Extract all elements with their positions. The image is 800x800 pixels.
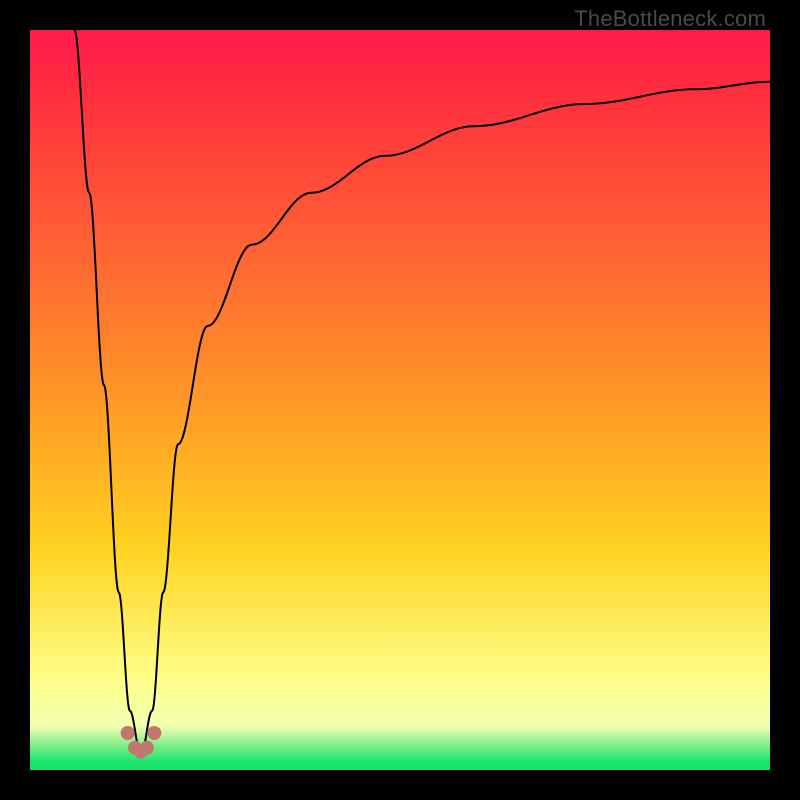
min-marker-dot — [121, 726, 135, 740]
watermark-text: TheBottleneck.com — [574, 6, 766, 32]
chart-frame — [30, 30, 770, 770]
min-marker-dot — [147, 726, 161, 740]
bottleneck-curve — [74, 30, 770, 755]
min-marker-dots — [121, 726, 162, 759]
chart-svg — [30, 30, 770, 770]
min-marker-dot — [140, 741, 154, 755]
